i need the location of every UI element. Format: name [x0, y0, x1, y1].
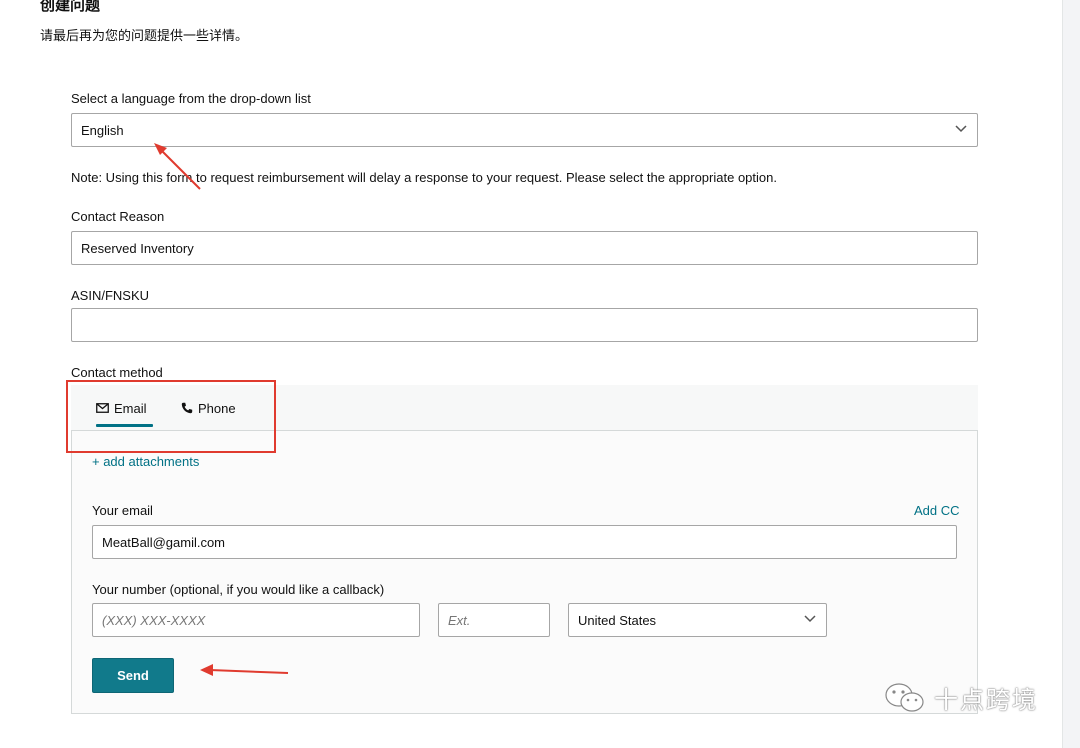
watermark-text: 十点跨境 [934, 687, 1038, 714]
country-select-value: United States [578, 612, 657, 628]
language-select-value: English [81, 122, 124, 138]
page-scroll-gutter [1062, 0, 1080, 748]
country-select[interactable]: United States [568, 603, 827, 637]
watermark: 十点跨境 [884, 680, 1038, 715]
your-email-label: Your email [92, 503, 153, 518]
language-label: Select a language from the drop-down lis… [71, 91, 311, 106]
page: 创建问题 请最后再为您的问题提供一些详情。 Select a language … [0, 0, 1062, 748]
chevron-down-icon [804, 615, 816, 623]
contact-reason-field[interactable]: Reserved Inventory [71, 231, 978, 265]
phone-ext-input[interactable]: Ext. [438, 603, 550, 637]
phone-ext-placeholder: Ext. [448, 612, 471, 628]
annotation-highlight-box [66, 380, 276, 453]
send-button-label: Send [117, 668, 149, 683]
email-input-value: MeatBall@gamil.com [102, 534, 226, 550]
page-subtitle: 请最后再为您的问题提供一些详情。 [40, 28, 249, 43]
email-input[interactable]: MeatBall@gamil.com [92, 525, 957, 559]
send-button[interactable]: Send [92, 658, 174, 693]
asin-label: ASIN/FNSKU [71, 288, 150, 303]
asin-input[interactable] [71, 308, 978, 342]
wechat-logo-icon [885, 682, 924, 712]
contact-reason-label: Contact Reason [71, 209, 165, 224]
contact-reason-value: Reserved Inventory [81, 240, 194, 256]
add-attachments-link[interactable]: + add attachments [92, 454, 199, 469]
phone-number-placeholder: (XXX) XXX-XXXX [102, 612, 206, 628]
phone-number-input[interactable]: (XXX) XXX-XXXX [92, 603, 420, 637]
annotation-arrow-icon [200, 664, 289, 676]
your-number-label: Your number (optional, if you would like… [92, 582, 385, 597]
annotation-arrow-icon [154, 143, 201, 190]
add-cc-link[interactable]: Add CC [914, 503, 960, 518]
page-title: 创建问题 [40, 0, 101, 14]
chevron-down-icon [955, 125, 967, 133]
contact-method-label: Contact method [71, 365, 163, 380]
